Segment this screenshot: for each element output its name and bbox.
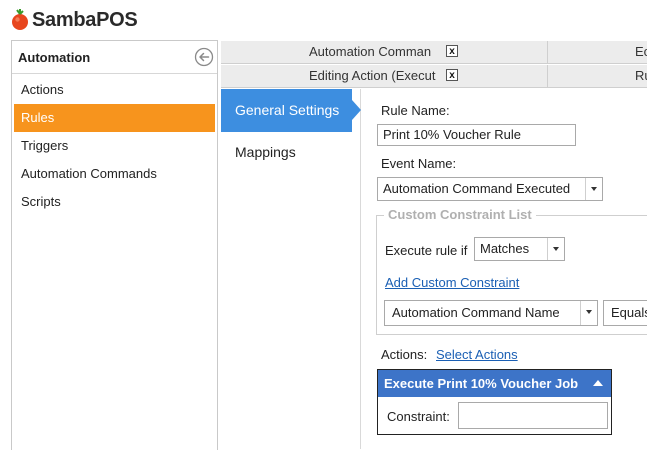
left-panel: Automation Actions Rules Triggers Automa…: [11, 40, 218, 450]
event-name-select[interactable]: Automation Command Executed: [377, 177, 603, 201]
tab-label: Ec: [635, 44, 647, 59]
active-tab-pointer: [352, 100, 361, 120]
tomato-logo-icon: [12, 9, 28, 30]
left-panel-header: Automation: [12, 41, 217, 74]
tab-label: Ru: [635, 68, 647, 83]
settings-nav: General Settings Mappings: [221, 89, 361, 449]
actions-label: Actions:: [381, 347, 428, 362]
constraint-field-select[interactable]: Automation Command Name: [384, 300, 598, 326]
close-tab-button[interactable]: x: [446, 69, 458, 81]
execute-rule-label: Execute rule if: [385, 243, 468, 258]
event-name-value: Automation Command Executed: [383, 181, 571, 196]
nav-list: Actions Rules Triggers Automation Comman…: [12, 74, 217, 216]
constraint-group-title: Custom Constraint List: [384, 207, 536, 222]
select-actions-link[interactable]: Select Actions: [436, 347, 518, 362]
left-panel-title: Automation: [18, 49, 91, 65]
tab-partial-ru[interactable]: Ru: [548, 65, 647, 87]
document-tab-row-1: Automation Comman x Ec: [221, 41, 647, 64]
constraint-label: Constraint:: [387, 409, 450, 424]
execute-rule-select[interactable]: Matches: [474, 237, 565, 261]
tab-general-settings[interactable]: General Settings: [221, 89, 352, 132]
add-custom-constraint-link[interactable]: Add Custom Constraint: [385, 275, 519, 290]
action-card: Execute Print 10% Voucher Job Constraint…: [377, 369, 612, 435]
action-card-header[interactable]: Execute Print 10% Voucher Job: [378, 370, 611, 397]
tab-automation-commands[interactable]: Automation Comman x: [221, 41, 548, 63]
chevron-down-icon[interactable]: [580, 301, 597, 325]
collapse-arrow-icon[interactable]: [593, 380, 603, 386]
chevron-down-icon[interactable]: [547, 238, 564, 260]
tab-label: Editing Action (Execut: [309, 68, 436, 83]
action-card-title: Execute Print 10% Voucher Job: [384, 376, 579, 391]
chevron-down-icon[interactable]: [585, 178, 602, 200]
event-name-label: Event Name:: [381, 156, 457, 171]
constraint-input[interactable]: [458, 402, 608, 429]
constraint-operator-value: Equals: [611, 305, 647, 320]
document-tab-row-2: Editing Action (Execut x Ru: [221, 65, 647, 88]
constraint-field-value: Automation Command Name: [392, 305, 560, 320]
execute-rule-value: Matches: [480, 241, 530, 256]
tab-partial-ec[interactable]: Ec: [548, 41, 647, 63]
nav-item-automation-commands[interactable]: Automation Commands: [14, 160, 215, 188]
back-arrow-icon[interactable]: [194, 47, 214, 67]
nav-item-actions[interactable]: Actions: [14, 76, 215, 104]
tab-editing-action[interactable]: Editing Action (Execut x: [221, 65, 548, 87]
nav-item-scripts[interactable]: Scripts: [14, 188, 215, 216]
constraint-operator-select[interactable]: Equals: [603, 300, 647, 326]
app-logo: SambaPOS: [10, 6, 138, 34]
nav-item-triggers[interactable]: Triggers: [14, 132, 215, 160]
nav-item-rules[interactable]: Rules: [14, 104, 215, 132]
rule-name-input[interactable]: Print 10% Voucher Rule: [377, 124, 576, 146]
rule-name-label: Rule Name:: [381, 103, 450, 118]
logo-text: SambaPOS: [32, 8, 138, 31]
close-tab-button[interactable]: x: [446, 45, 458, 57]
tab-label: Automation Comman: [309, 44, 432, 59]
tab-mappings[interactable]: Mappings: [235, 144, 296, 160]
